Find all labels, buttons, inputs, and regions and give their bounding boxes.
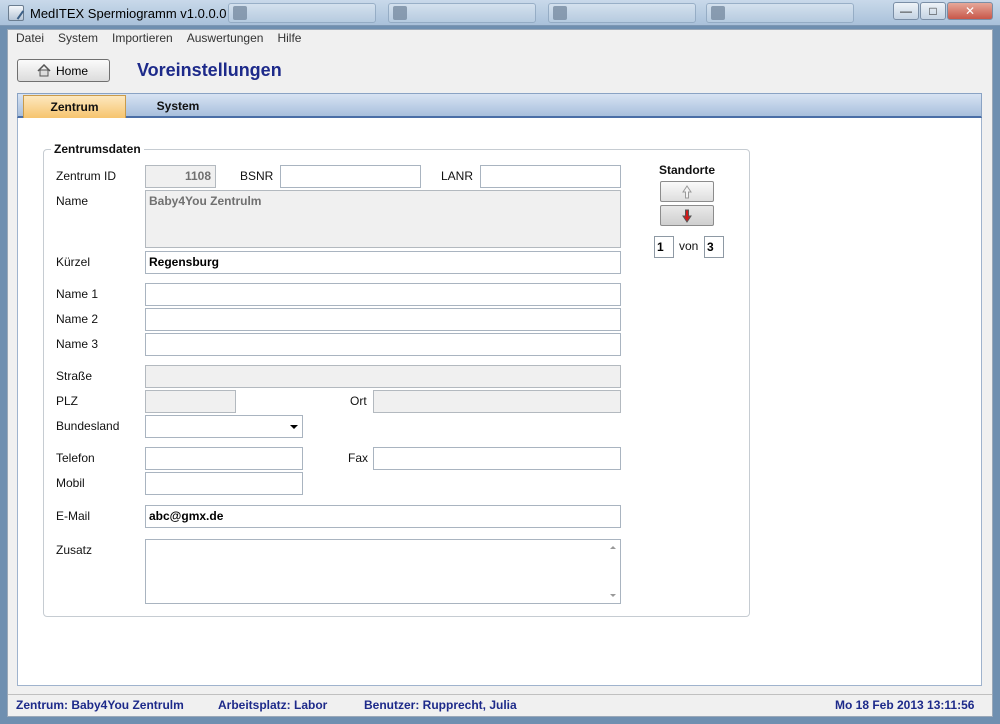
status-benutzer: Benutzer: Rupprecht, Julia bbox=[364, 698, 517, 712]
maximize-button[interactable]: □ bbox=[920, 2, 946, 20]
taskbar-item-3[interactable] bbox=[548, 3, 696, 23]
name2-label: Name 2 bbox=[56, 312, 99, 326]
page-title: Voreinstellungen bbox=[137, 60, 282, 80]
name2-field[interactable] bbox=[145, 308, 621, 331]
arrow-up-icon bbox=[682, 185, 692, 199]
app-icon bbox=[553, 6, 567, 20]
name-field: Baby4You Zentrulm bbox=[145, 190, 621, 248]
group-title: Zentrumsdaten bbox=[51, 142, 144, 156]
menu-system[interactable]: System bbox=[58, 31, 98, 45]
taskbar-item-1[interactable] bbox=[228, 3, 376, 23]
tab-zentrum[interactable]: Zentrum bbox=[23, 95, 126, 118]
standort-current: 1 bbox=[654, 236, 674, 258]
status-arbeitsplatz: Arbeitsplatz: Labor bbox=[218, 698, 328, 712]
zusatz-label: Zusatz bbox=[56, 543, 93, 557]
name1-field[interactable] bbox=[145, 283, 621, 306]
name3-label: Name 3 bbox=[56, 337, 99, 351]
menu-bar: Datei System Importieren Auswertungen Hilfe bbox=[8, 31, 307, 49]
bundesland-label: Bundesland bbox=[56, 419, 120, 433]
app-icon bbox=[233, 6, 247, 20]
strasse-label: Straße bbox=[56, 369, 93, 383]
name3-field[interactable] bbox=[145, 333, 621, 356]
scroll-up-icon[interactable] bbox=[610, 546, 616, 549]
menu-importieren[interactable]: Importieren bbox=[112, 31, 173, 45]
taskbar-item-2[interactable] bbox=[388, 3, 536, 23]
mobil-label: Mobil bbox=[56, 476, 85, 490]
status-datetime: Mo 18 Feb 2013 13:11:56 bbox=[835, 698, 975, 712]
bsnr-field[interactable] bbox=[280, 165, 421, 188]
app-icon bbox=[711, 6, 725, 20]
standort-prev-button[interactable] bbox=[660, 181, 714, 202]
menu-hilfe[interactable]: Hilfe bbox=[277, 31, 301, 45]
minimize-button[interactable]: — bbox=[893, 2, 919, 20]
app-icon bbox=[8, 5, 24, 21]
home-label: Home bbox=[56, 64, 89, 78]
chevron-down-icon bbox=[290, 425, 298, 429]
window-title: MedITEX Spermiogramm v1.0.0.0 bbox=[30, 6, 227, 21]
close-button[interactable]: ✕ bbox=[947, 2, 993, 20]
fax-field[interactable] bbox=[373, 447, 621, 470]
standort-of-label: von bbox=[679, 239, 699, 253]
telefon-label: Telefon bbox=[56, 451, 95, 465]
zentrum-id-label: Zentrum ID bbox=[56, 169, 117, 183]
kuerzel-label: Kürzel bbox=[56, 255, 91, 269]
name-label: Name bbox=[56, 194, 89, 208]
app-icon bbox=[393, 6, 407, 20]
zusatz-textarea[interactable] bbox=[145, 539, 621, 604]
lanr-field[interactable] bbox=[480, 165, 621, 188]
home-button[interactable]: Home bbox=[17, 59, 110, 82]
menu-auswertungen[interactable]: Auswertungen bbox=[187, 31, 264, 45]
email-field[interactable]: abc@gmx.de bbox=[145, 505, 621, 528]
mobil-field[interactable] bbox=[145, 472, 303, 495]
plz-field bbox=[145, 390, 236, 413]
strasse-field bbox=[145, 365, 621, 388]
bundesland-select[interactable] bbox=[145, 415, 303, 438]
tab-system[interactable]: System bbox=[130, 95, 226, 118]
menu-datei[interactable]: Datei bbox=[16, 31, 44, 45]
standort-total: 3 bbox=[704, 236, 724, 258]
fax-label: Fax bbox=[348, 451, 369, 465]
lanr-label: LANR bbox=[441, 169, 474, 183]
taskbar-item-4[interactable] bbox=[706, 3, 854, 23]
name1-label: Name 1 bbox=[56, 287, 99, 301]
zentrum-id-field: 1108 bbox=[145, 165, 216, 188]
standorte-title: Standorte bbox=[659, 163, 716, 177]
ort-field bbox=[373, 390, 621, 413]
standort-next-button[interactable] bbox=[660, 205, 714, 226]
telefon-field[interactable] bbox=[145, 447, 303, 470]
home-icon bbox=[37, 64, 51, 77]
scroll-down-icon[interactable] bbox=[610, 594, 616, 597]
status-zentrum: Zentrum: Baby4You Zentrulm bbox=[16, 698, 184, 712]
ort-label: Ort bbox=[350, 394, 367, 408]
kuerzel-field[interactable]: Regensburg bbox=[145, 251, 621, 274]
email-label: E-Mail bbox=[56, 509, 91, 523]
arrow-down-icon bbox=[682, 209, 692, 223]
plz-label: PLZ bbox=[56, 394, 79, 408]
bsnr-label: BSNR bbox=[240, 169, 274, 183]
